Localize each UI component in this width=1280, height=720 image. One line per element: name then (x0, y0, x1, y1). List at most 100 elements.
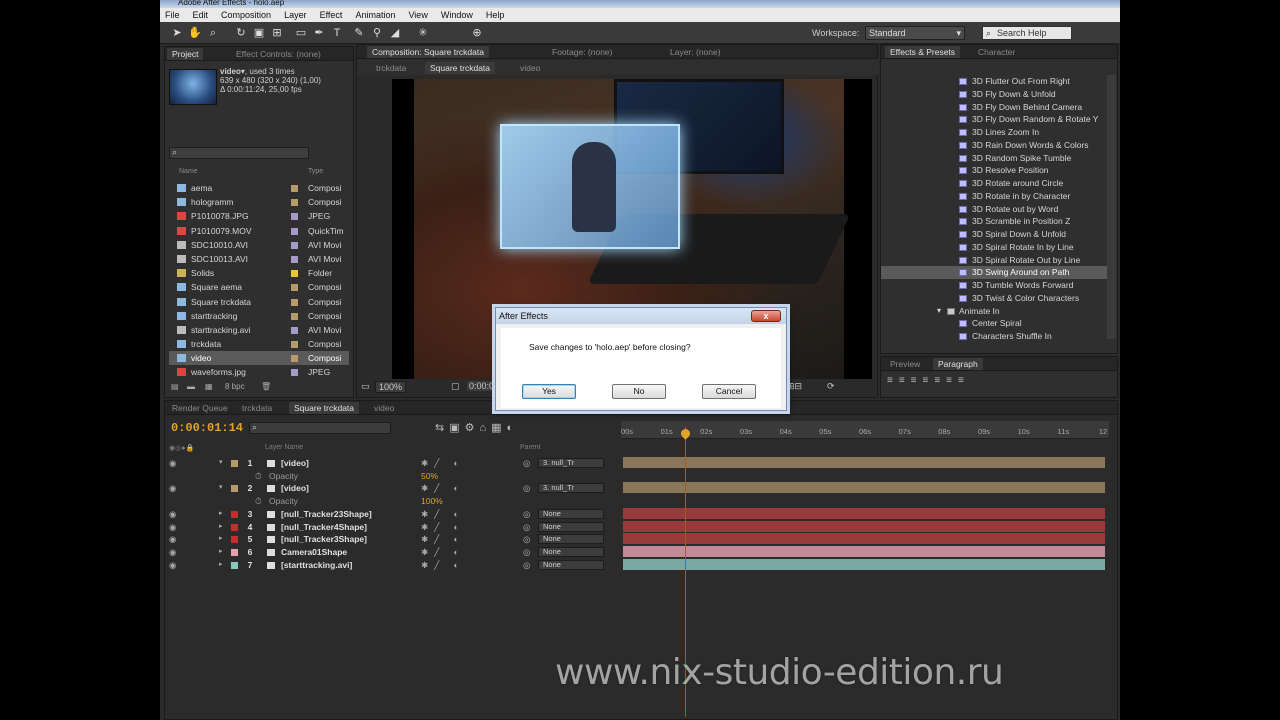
property-row[interactable]: ⏱ Opacity 50% (165, 470, 619, 483)
align-buttons[interactable]: ≡≡≡≡≡≡≡ (887, 375, 970, 386)
clone-tool-icon[interactable]: ⚲ (370, 26, 384, 40)
layer-label-color[interactable] (231, 548, 238, 556)
layer-row[interactable]: ◉ ▸ 6 Camera01Shape ✱╱ ◐ ◎ None (165, 546, 619, 559)
label-color[interactable] (291, 312, 298, 320)
layer-switches-icon[interactable]: ✱╱ ◐ (421, 508, 465, 521)
no-button[interactable]: No (612, 384, 666, 399)
layer-row[interactable]: ◉ ▸ 4 [null_Tracker4Shape] ✱╱ ◐ ◎ None (165, 521, 619, 534)
layer-duration-bar[interactable] (623, 533, 1105, 545)
project-item[interactable]: Solids Folder (169, 266, 349, 280)
column-parent[interactable]: Parent (520, 444, 541, 451)
puppet-tool-icon[interactable]: ✳ (416, 26, 430, 40)
breadcrumb-square-trckdata[interactable]: Square trckdata (425, 62, 496, 74)
effect-preset-item[interactable]: Center Spiral (881, 317, 1107, 330)
tab-effects-presets[interactable]: Effects & Presets (885, 46, 961, 58)
view-layout-icon[interactable]: ⊞⊟ (787, 381, 802, 392)
timeline-switch-icons[interactable]: ⇆▣⚙⌂▦◐ (435, 421, 518, 434)
tab-preview[interactable]: Preview (885, 358, 925, 370)
layer-row[interactable]: ◉ ▸ 5 [null_Tracker3Shape] ✱╱ ◐ ◎ None (165, 533, 619, 546)
effects-scrollbar[interactable] (1107, 75, 1116, 339)
menu-item-effect[interactable]: Effect (320, 10, 343, 20)
chevron-right-icon[interactable]: ▾ (219, 457, 223, 470)
effect-preset-item[interactable]: 3D Spiral Down & Unfold (881, 228, 1107, 241)
parent-select[interactable]: 3. null_Tr (538, 458, 604, 468)
dialog-close-button[interactable]: x (751, 310, 781, 322)
search-help-input[interactable]: ⌕ Search Help (982, 26, 1072, 40)
eye-icon[interactable]: ◉ (169, 546, 176, 559)
tab-footage[interactable]: Footage: (none) (547, 46, 617, 58)
label-color[interactable] (291, 355, 298, 363)
project-item[interactable]: Square aema Composi (169, 280, 349, 294)
cancel-button[interactable]: Cancel (702, 384, 756, 399)
label-color[interactable] (291, 298, 298, 306)
effect-preset-item[interactable]: Characters Shuffle In (881, 330, 1107, 343)
project-item[interactable]: P1010078.JPG JPEG (169, 209, 349, 223)
eye-icon[interactable]: ◉ (169, 457, 176, 470)
layer-duration-bar[interactable] (623, 558, 1105, 570)
effect-preset-item[interactable]: 3D Resolve Position (881, 164, 1107, 177)
axis-mode-icon[interactable]: ⊕ (470, 26, 484, 40)
project-item[interactable]: hologramm Composi (169, 195, 349, 209)
effect-preset-item[interactable]: 3D Fly Down & Unfold (881, 88, 1107, 101)
parent-select[interactable]: 3. null_Tr (538, 483, 604, 494)
property-value[interactable]: 100% (421, 495, 443, 508)
project-item[interactable]: waveforms.jpg JPEG (169, 365, 349, 379)
pick-whip-icon[interactable]: ◎ (523, 482, 530, 495)
chevron-down-icon[interactable]: ▾ (937, 305, 941, 318)
menu-item-view[interactable]: View (408, 10, 427, 20)
project-item[interactable]: video Composi (169, 351, 349, 366)
label-color[interactable] (291, 284, 298, 292)
tab-video[interactable]: video (369, 402, 399, 414)
menu-item-edit[interactable]: Edit (193, 10, 209, 20)
project-item[interactable]: aema Composi (169, 181, 349, 195)
chevron-right-icon[interactable]: ▸ (219, 533, 223, 546)
menu-item-animation[interactable]: Animation (355, 10, 395, 20)
effect-preset-item[interactable]: 3D Spiral Rotate In by Line (881, 241, 1107, 254)
column-type[interactable]: Type (308, 168, 323, 175)
label-color[interactable] (291, 213, 298, 221)
layer-label-color[interactable] (231, 536, 238, 544)
breadcrumb-video[interactable]: video (515, 62, 545, 74)
pick-whip-icon[interactable]: ◎ (523, 533, 530, 546)
effects-folder[interactable]: ▾ Animate In (881, 305, 1107, 318)
rotate-tool-icon[interactable]: ↻ (234, 26, 248, 40)
chevron-right-icon[interactable]: ▸ (219, 508, 223, 521)
tab-project[interactable]: Project (167, 48, 204, 60)
menu-item-window[interactable]: Window (441, 10, 473, 20)
layer-label-color[interactable] (231, 523, 238, 531)
layer-row[interactable]: ◉ ▾ 1 [video] ✱╱ ◐ ◎ 3. null_Tr (165, 457, 619, 470)
layer-duration-bar[interactable] (623, 457, 1105, 468)
effect-preset-item[interactable]: 3D Fly Down Random & Rotate Y (881, 113, 1107, 126)
tab-square-trckdata[interactable]: Square trckdata (289, 402, 360, 414)
tab-paragraph[interactable]: Paragraph (933, 358, 983, 370)
pick-whip-icon[interactable]: ◎ (523, 559, 530, 572)
layer-switches-icon[interactable]: ✱╱ ◐ (421, 533, 465, 546)
property-value[interactable]: 50% (421, 470, 438, 483)
brush-tool-icon[interactable]: ✎ (352, 26, 366, 40)
breadcrumb-trckdata[interactable]: trckdata (371, 62, 411, 74)
parent-select[interactable]: None (538, 559, 604, 570)
pen-tool-icon[interactable]: ✒ (312, 26, 326, 40)
eye-icon[interactable]: ◉ (169, 508, 176, 521)
viewer-current-time[interactable]: 0:00:0 (467, 381, 497, 391)
tab-layer[interactable]: Layer: (none) (665, 46, 726, 58)
chevron-right-icon[interactable]: ▸ (219, 521, 223, 534)
stopwatch-icon[interactable]: ⏱ (255, 470, 262, 483)
layer-duration-bar[interactable] (623, 507, 1105, 519)
project-item[interactable]: SDC10010.AVI AVI Movi (169, 238, 349, 252)
selection-tool-icon[interactable]: ➤ (170, 26, 184, 40)
pick-whip-icon[interactable]: ◎ (523, 508, 530, 521)
project-item[interactable]: Square trckdata Composi (169, 295, 349, 309)
chevron-right-icon[interactable]: ▾ (219, 482, 223, 495)
layer-label-color[interactable] (231, 561, 238, 569)
menu-item-layer[interactable]: Layer (284, 10, 307, 20)
layer-switches-icon[interactable]: ✱╱ ◐ (421, 482, 465, 495)
label-color[interactable] (291, 185, 298, 192)
project-item[interactable]: starttracking.avi AVI Movi (169, 323, 349, 337)
parent-select[interactable]: None (538, 546, 604, 557)
trash-icon[interactable]: 🗑 (261, 382, 271, 391)
layer-row[interactable]: ◉ ▾ 2 [video] ✱╱ ◐ ◎ 3. null_Tr (165, 482, 619, 495)
camera-tool-icon[interactable]: ▣ (252, 26, 266, 40)
effect-preset-item[interactable]: 3D Fly Down Behind Camera (881, 101, 1107, 114)
label-color[interactable] (291, 326, 298, 334)
